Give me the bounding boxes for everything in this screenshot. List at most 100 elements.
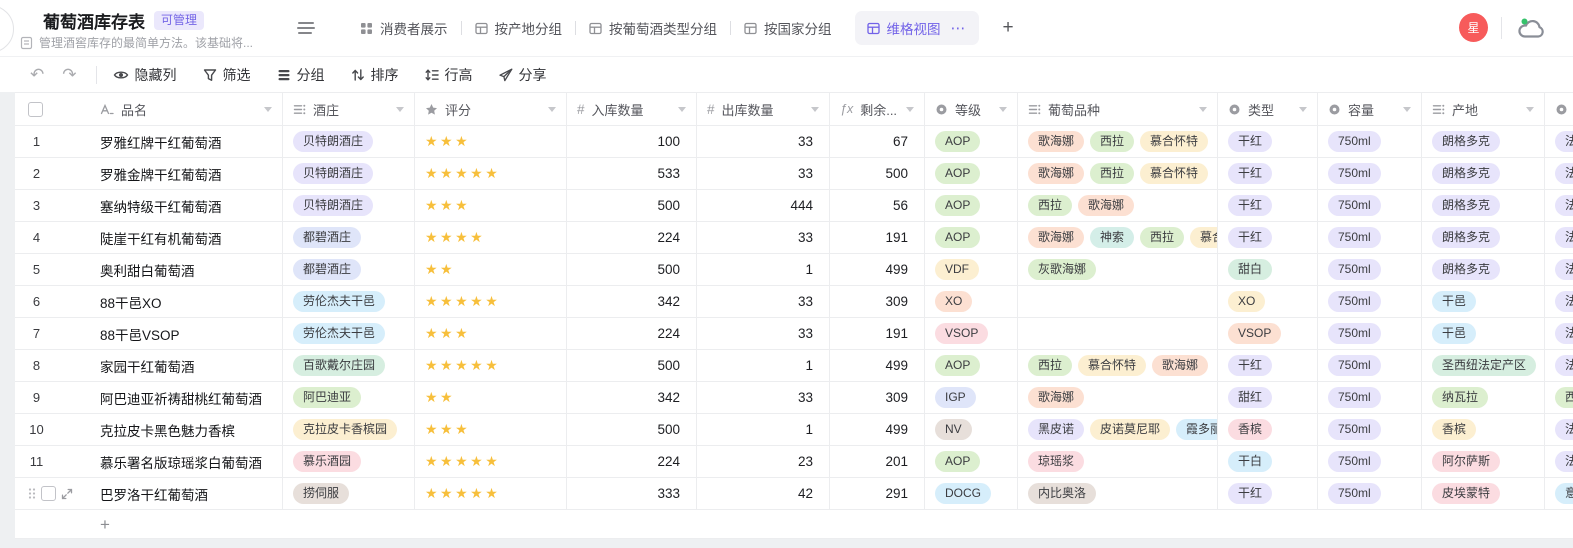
cell-qty-out[interactable]: 444 [697, 190, 830, 222]
cell-grapes[interactable]: 西拉慕合怀特歌海娜 [1018, 350, 1218, 382]
cell-grade[interactable]: AOP [925, 350, 1018, 382]
rating-stars[interactable]: ★★★★ [425, 229, 485, 246]
cell-qty-in[interactable]: 333 [567, 478, 697, 510]
cell-origin[interactable]: 朗格多克 [1422, 190, 1545, 222]
cell-rating[interactable]: ★★★★★ [415, 158, 567, 190]
row-number[interactable]: 10 [28, 422, 45, 437]
cell-qty-out[interactable]: 1 [697, 254, 830, 286]
cell-qty-in[interactable]: 500 [567, 190, 697, 222]
cell-type[interactable]: 干红 [1218, 350, 1318, 382]
cell-origin[interactable]: 香槟 [1422, 414, 1545, 446]
row-number[interactable]: 2 [28, 166, 45, 181]
cell-grapes[interactable]: 西拉歌海娜 [1018, 190, 1218, 222]
row-number[interactable]: 3 [28, 198, 45, 213]
cell-country[interactable]: 法 [1545, 414, 1573, 446]
chevron-down-icon[interactable] [1199, 107, 1207, 112]
filter-button[interactable]: 筛选 [203, 65, 251, 85]
rating-stars[interactable]: ★★★ [425, 133, 470, 150]
rating-stars[interactable]: ★★★ [425, 197, 470, 214]
row-checkbox[interactable] [41, 486, 56, 501]
chevron-down-icon[interactable] [1526, 107, 1534, 112]
cell-remaining[interactable]: 201 [830, 446, 925, 478]
cell-remaining[interactable]: 191 [830, 222, 925, 254]
cell-remaining[interactable]: 56 [830, 190, 925, 222]
row-handle-cell[interactable]: 2 [15, 158, 90, 190]
cell-grapes[interactable]: 歌海娜神索西拉慕合怀特 [1018, 222, 1218, 254]
column-header-cutoff[interactable] [1545, 92, 1573, 126]
cell-winery[interactable]: 捞伺服 [283, 478, 415, 510]
cell-volume[interactable]: 750ml [1318, 382, 1422, 414]
view-list-menu-icon[interactable] [296, 20, 316, 41]
cell-grapes[interactable]: 琼瑶浆 [1018, 446, 1218, 478]
cell-qty-out[interactable]: 33 [697, 382, 830, 414]
cell-country[interactable]: 法 [1545, 286, 1573, 318]
row-number[interactable]: 4 [28, 230, 45, 245]
view-tab-2[interactable]: 按产地分组 [462, 18, 576, 38]
cell-country[interactable]: 法 [1545, 190, 1573, 222]
cell-origin[interactable]: 干邑 [1422, 286, 1545, 318]
cell-qty-in[interactable]: 500 [567, 414, 697, 446]
column-header-入库数量[interactable]: #入库数量 [567, 92, 697, 126]
cell-volume[interactable]: 750ml [1318, 254, 1422, 286]
cell-qty-out[interactable]: 33 [697, 286, 830, 318]
cell-grade[interactable]: XO [925, 286, 1018, 318]
sync-cloud-icon[interactable] [1515, 15, 1549, 41]
add-view-button[interactable]: + [995, 17, 1022, 39]
cell-type[interactable]: XO [1218, 286, 1318, 318]
undo-button[interactable]: ↶ [21, 66, 53, 83]
cell-country[interactable]: 法 [1545, 446, 1573, 478]
column-header-容量[interactable]: 容量 [1318, 92, 1422, 126]
cell-remaining[interactable]: 67 [830, 126, 925, 158]
cell-country[interactable]: 西 [1545, 382, 1573, 414]
row-height-button[interactable]: 行高 [425, 65, 473, 85]
cell-type[interactable]: 香槟 [1218, 414, 1318, 446]
cell-volume[interactable]: 750ml [1318, 126, 1422, 158]
cell-rating[interactable]: ★★★★★ [415, 350, 567, 382]
cell-type[interactable]: 干红 [1218, 190, 1318, 222]
cell-origin[interactable]: 干邑 [1422, 318, 1545, 350]
cell-name[interactable]: 奥利甜白葡萄酒 [90, 254, 283, 286]
cell-winery[interactable]: 都碧酒庄 [283, 222, 415, 254]
sort-button[interactable]: 排序 [351, 65, 399, 85]
cell-origin[interactable]: 朗格多克 [1422, 126, 1545, 158]
cell-qty-in[interactable]: 224 [567, 222, 697, 254]
chevron-down-icon[interactable] [999, 107, 1007, 112]
cell-qty-in[interactable]: 100 [567, 126, 697, 158]
row-number[interactable]: 11 [28, 454, 45, 469]
cell-type[interactable]: 干白 [1218, 446, 1318, 478]
rating-stars[interactable]: ★★★★★ [425, 293, 500, 310]
cell-qty-out[interactable]: 33 [697, 126, 830, 158]
cell-rating[interactable]: ★★★ [415, 318, 567, 350]
cell-volume[interactable]: 750ml [1318, 478, 1422, 510]
cell-winery[interactable]: 克拉皮卡香槟园 [283, 414, 415, 446]
column-header-等级[interactable]: 等级 [925, 92, 1018, 126]
row-handle-cell[interactable]: 9 [15, 382, 90, 414]
cell-volume[interactable]: 750ml [1318, 286, 1422, 318]
cell-rating[interactable]: ★★★★★ [415, 286, 567, 318]
cell-grapes[interactable]: 歌海娜西拉慕合怀特 [1018, 126, 1218, 158]
cell-rating[interactable]: ★★★★ [415, 222, 567, 254]
row-number[interactable]: 1 [28, 134, 45, 149]
share-button[interactable]: 分享 [499, 65, 547, 85]
cell-type[interactable]: 甜白 [1218, 254, 1318, 286]
expand-record-icon[interactable] [61, 488, 73, 500]
rating-stars[interactable]: ★★ [425, 389, 455, 406]
row-number[interactable]: 6 [28, 294, 45, 309]
cell-grade[interactable]: AOP [925, 190, 1018, 222]
cell-grapes[interactable] [1018, 286, 1218, 318]
column-header-酒庄[interactable]: 酒庄 [283, 92, 415, 126]
cell-winery[interactable]: 劳伦杰夫干邑 [283, 318, 415, 350]
cell-winery[interactable]: 贝特朗酒庄 [283, 126, 415, 158]
row-handle-cell[interactable]: 3 [15, 190, 90, 222]
cell-grapes[interactable]: 黑皮诺皮诺莫尼耶霞多丽 [1018, 414, 1218, 446]
row-handle-cell[interactable]: 5 [15, 254, 90, 286]
column-header-产地[interactable]: 产地 [1422, 92, 1545, 126]
cell-qty-in[interactable]: 500 [567, 350, 697, 382]
avatar[interactable]: 星 [1459, 13, 1488, 42]
cell-grade[interactable]: VDF [925, 254, 1018, 286]
chevron-down-icon[interactable] [811, 107, 819, 112]
cell-qty-out[interactable]: 1 [697, 414, 830, 446]
row-number[interactable]: 7 [28, 326, 45, 341]
cell-origin[interactable]: 圣西纽法定产区 [1422, 350, 1545, 382]
chevron-down-icon[interactable] [906, 107, 914, 112]
